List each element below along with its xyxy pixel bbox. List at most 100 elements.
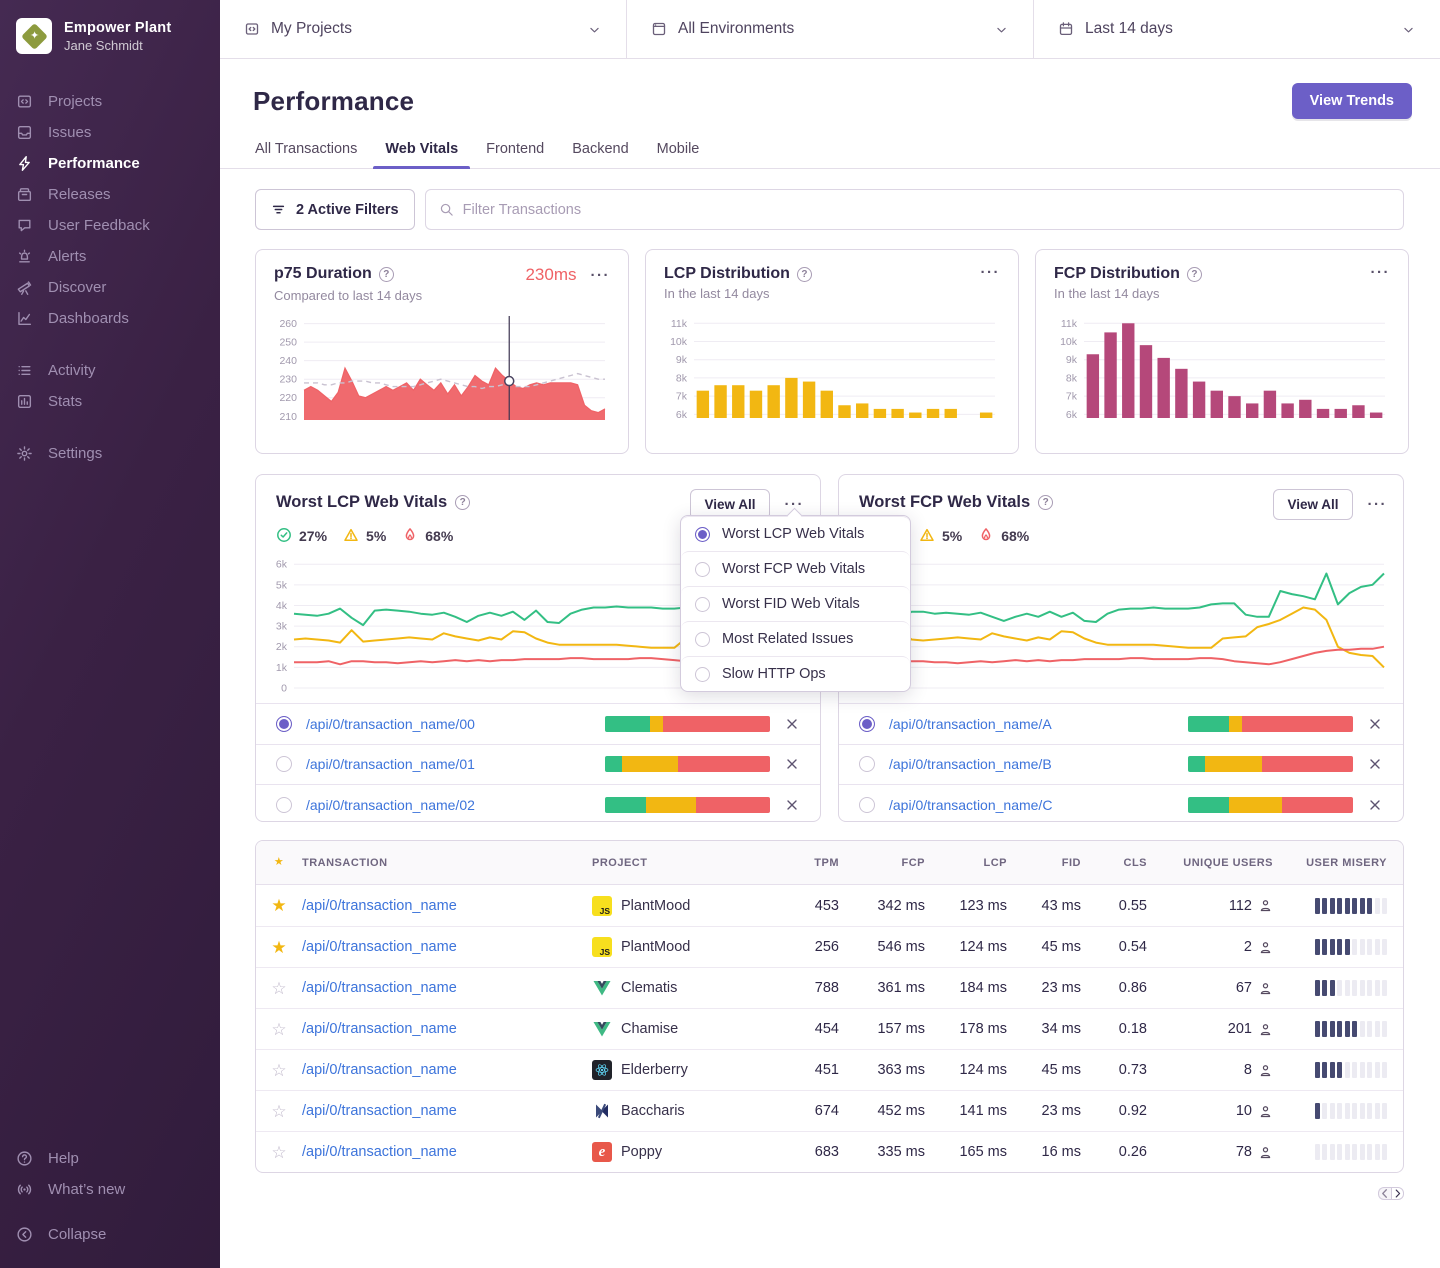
- star-outline-icon[interactable]: ☆: [256, 1021, 302, 1038]
- column-header-cls[interactable]: CLS: [1081, 857, 1147, 869]
- sidebar-item-performance[interactable]: Performance: [0, 148, 220, 179]
- menu-item-worst-fid-web-vitals[interactable]: Worst FID Web Vitals: [681, 586, 910, 621]
- star-outline-icon[interactable]: ☆: [256, 1103, 302, 1120]
- menu-radio[interactable]: [695, 562, 710, 577]
- column-header-transaction[interactable]: TRANSACTION: [302, 857, 592, 869]
- transaction-radio[interactable]: [859, 756, 875, 772]
- menu-radio[interactable]: [695, 527, 710, 542]
- transaction-link[interactable]: /api/0/transaction_name/B: [889, 756, 1174, 772]
- sidebar-item-settings[interactable]: Settings: [0, 438, 220, 469]
- sidebar-item-issues[interactable]: Issues: [0, 117, 220, 148]
- transaction-link[interactable]: /api/0/transaction_name: [302, 1103, 592, 1119]
- view-all-button[interactable]: View All: [1273, 489, 1352, 520]
- date-range-picker[interactable]: Last 14 days: [1033, 0, 1440, 58]
- previous-page-button[interactable]: [1378, 1187, 1391, 1200]
- close-icon[interactable]: [784, 716, 800, 732]
- tab-web-vitals[interactable]: Web Vitals: [371, 133, 472, 168]
- transaction-radio[interactable]: [276, 756, 292, 772]
- sidebar-item-help[interactable]: Help: [0, 1143, 220, 1174]
- star-outline-icon[interactable]: ☆: [256, 1062, 302, 1079]
- column-header-fid[interactable]: FID: [1007, 857, 1081, 869]
- tab-all-transactions[interactable]: All Transactions: [241, 133, 371, 168]
- help-icon[interactable]: ?: [1038, 495, 1053, 510]
- sidebar-item-activity[interactable]: Activity: [0, 355, 220, 386]
- tab-backend[interactable]: Backend: [558, 133, 642, 168]
- search-input[interactable]: [463, 202, 1390, 218]
- lcp-value: 141 ms: [925, 1103, 1007, 1119]
- close-icon[interactable]: [784, 797, 800, 813]
- close-icon[interactable]: [1367, 797, 1383, 813]
- tab-mobile[interactable]: Mobile: [643, 133, 714, 168]
- column-header-lcp[interactable]: LCP: [925, 857, 1007, 869]
- column-header-tpm[interactable]: TPM: [775, 857, 839, 869]
- project-name: Clematis: [621, 980, 677, 996]
- org-switcher[interactable]: ✦ Empower Plant Jane Schmidt: [0, 12, 220, 60]
- transaction-link[interactable]: /api/0/transaction_name: [302, 939, 592, 955]
- star-outline-icon[interactable]: ☆: [256, 980, 302, 997]
- close-icon[interactable]: [784, 756, 800, 772]
- column-header-user-misery[interactable]: USER MISERY: [1273, 857, 1387, 869]
- active-filters-button[interactable]: 2 Active Filters: [255, 189, 415, 230]
- menu-radio[interactable]: [695, 597, 710, 612]
- sidebar-item-what-s-new[interactable]: What’s new: [0, 1174, 220, 1205]
- transaction-search[interactable]: [425, 189, 1404, 230]
- close-icon[interactable]: [1367, 756, 1383, 772]
- transaction-link[interactable]: /api/0/transaction_name: [302, 898, 592, 914]
- transaction-link[interactable]: /api/0/transaction_name/00: [306, 716, 591, 732]
- menu-item-most-related-issues[interactable]: Most Related Issues: [681, 621, 910, 656]
- transaction-radio[interactable]: [276, 716, 292, 732]
- sidebar-item-dashboards[interactable]: Dashboards: [0, 303, 220, 334]
- active-filters-label: 2 Active Filters: [296, 202, 399, 218]
- sidebar-item-label: Collapse: [48, 1226, 106, 1243]
- transaction-link[interactable]: /api/0/transaction_name: [302, 1062, 592, 1078]
- help-icon[interactable]: ?: [379, 267, 394, 282]
- star-outline-icon[interactable]: ☆: [256, 1144, 302, 1161]
- tab-frontend[interactable]: Frontend: [472, 133, 558, 168]
- column-header-fcp[interactable]: FCP: [839, 857, 925, 869]
- menu-radio[interactable]: [695, 667, 710, 682]
- sidebar-item-discover[interactable]: Discover: [0, 272, 220, 303]
- column-header-project[interactable]: PROJECT: [592, 857, 775, 869]
- transaction-link[interactable]: /api/0/transaction_name: [302, 980, 592, 996]
- environment-icon: [651, 21, 667, 37]
- close-icon[interactable]: [1367, 716, 1383, 732]
- transaction-link[interactable]: /api/0/transaction_name: [302, 1021, 592, 1037]
- sidebar-item-alerts[interactable]: Alerts: [0, 241, 220, 272]
- menu-radio[interactable]: [695, 632, 710, 647]
- sidebar-item-user-feedback[interactable]: User Feedback: [0, 210, 220, 241]
- help-icon[interactable]: ?: [797, 267, 812, 282]
- project-picker[interactable]: My Projects: [220, 0, 626, 58]
- sidebar-item-collapse[interactable]: Collapse: [0, 1219, 220, 1250]
- help-icon[interactable]: ?: [455, 495, 470, 510]
- ellipsis-icon[interactable]: ···: [981, 265, 1001, 280]
- next-page-button[interactable]: [1391, 1187, 1404, 1200]
- star-filled-icon[interactable]: ★: [256, 939, 302, 956]
- transaction-link[interactable]: /api/0/transaction_name/02: [306, 797, 591, 813]
- star-filled-icon[interactable]: ★: [256, 897, 302, 914]
- sidebar-item-releases[interactable]: Releases: [0, 179, 220, 210]
- meh-stat: 5%: [919, 527, 962, 544]
- fid-value: 23 ms: [1007, 1103, 1081, 1119]
- sidebar-item-projects[interactable]: Projects: [0, 86, 220, 117]
- ellipsis-icon[interactable]: ···: [1368, 497, 1388, 512]
- transaction-radio[interactable]: [859, 797, 875, 813]
- ellipsis-icon[interactable]: ···: [591, 268, 611, 283]
- transaction-link[interactable]: /api/0/transaction_name/C: [889, 797, 1174, 813]
- view-trends-button[interactable]: View Trends: [1292, 83, 1412, 119]
- ellipsis-icon[interactable]: ···: [1371, 265, 1391, 280]
- transaction-radio[interactable]: [859, 716, 875, 732]
- sidebar-item-stats[interactable]: Stats: [0, 386, 220, 417]
- transaction-link[interactable]: /api/0/transaction_name/A: [889, 716, 1174, 732]
- transaction-link[interactable]: /api/0/transaction_name: [302, 1144, 592, 1160]
- transaction-link[interactable]: /api/0/transaction_name/01: [306, 756, 591, 772]
- help-icon[interactable]: ?: [1187, 267, 1202, 282]
- column-header-unique-users[interactable]: UNIQUE USERS: [1147, 857, 1273, 869]
- project-name: Chamise: [621, 1021, 678, 1037]
- fid-value: 45 ms: [1007, 939, 1081, 955]
- star-column-header[interactable]: ★: [256, 857, 302, 868]
- environment-picker[interactable]: All Environments: [626, 0, 1033, 58]
- menu-item-worst-fcp-web-vitals[interactable]: Worst FCP Web Vitals: [681, 551, 910, 586]
- menu-item-slow-http-ops[interactable]: Slow HTTP Ops: [681, 656, 910, 691]
- transaction-radio[interactable]: [276, 797, 292, 813]
- worst-lcp-transactions: /api/0/transaction_name/00/api/0/transac…: [256, 703, 820, 825]
